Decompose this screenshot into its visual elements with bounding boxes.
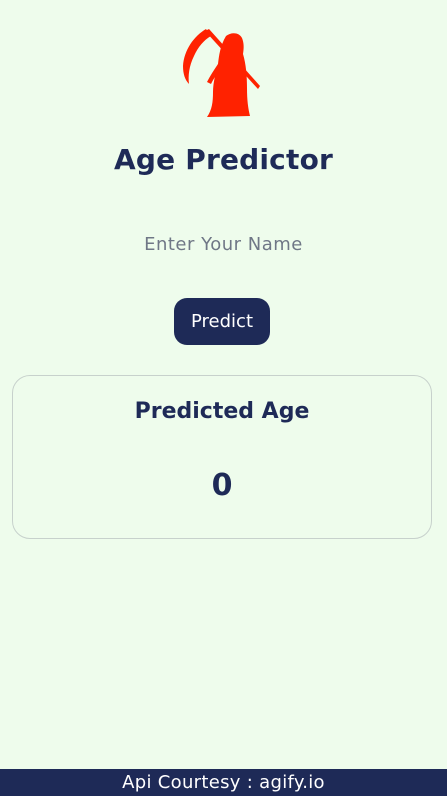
grim-reaper-icon [183, 29, 260, 117]
name-input[interactable] [74, 224, 373, 264]
page-title: Age Predictor [113, 143, 334, 176]
predicted-age-value: 0 [211, 468, 233, 503]
result-title: Predicted Age [134, 399, 310, 424]
footer: Api Courtesy : agify.io [0, 769, 447, 796]
predict-button[interactable]: Predict [174, 298, 270, 345]
result-card: Predicted Age 0 [12, 375, 432, 539]
